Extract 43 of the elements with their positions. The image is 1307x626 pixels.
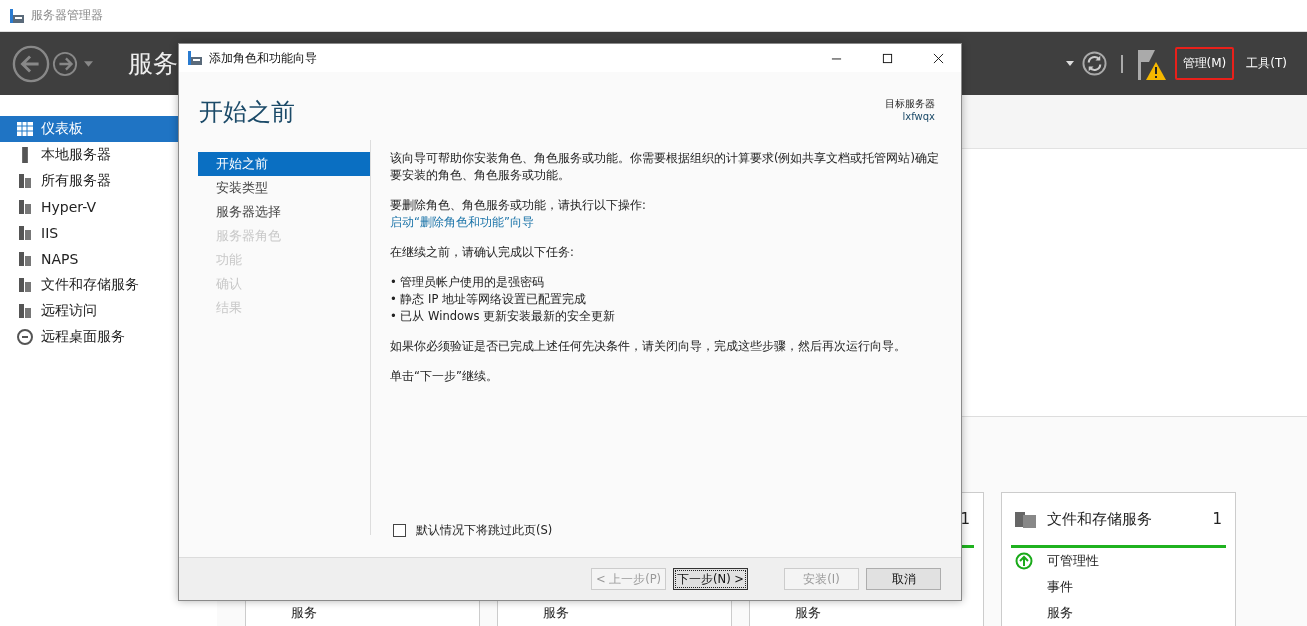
wizard-button[interactable]: 取消 bbox=[866, 568, 941, 590]
paragraph: 要删除角色、角色服务或功能，请执行以下操作: bbox=[390, 197, 646, 214]
caret-icon[interactable] bbox=[1065, 61, 1074, 66]
wizard-step[interactable]: 开始之前 bbox=[198, 152, 370, 176]
tile-count: 1 bbox=[1212, 510, 1222, 528]
refresh-icon[interactable] bbox=[1081, 51, 1107, 76]
sidebar-item[interactable]: NAPS bbox=[0, 246, 217, 272]
window-title: 服务器管理器 bbox=[31, 7, 103, 24]
tile-row[interactable]: 服务 bbox=[795, 604, 821, 622]
paragraph: 该向导可帮助你安装角色、角色服务或功能。你需要根据组织的计算要求(例如共享文档或托管网站)确定要安装的角色、角色服务或功能。 bbox=[390, 150, 940, 184]
server-manager-icon bbox=[9, 7, 25, 24]
tile-row[interactable]: 事件 bbox=[1047, 578, 1073, 596]
back-icon[interactable] bbox=[12, 44, 50, 83]
paragraph: 在继续之前，请确认完成以下任务: bbox=[390, 244, 575, 261]
page-title: 服务 bbox=[128, 48, 178, 80]
menu-button[interactable]: 工具(T) bbox=[1238, 47, 1295, 80]
folder-icon bbox=[1015, 509, 1037, 529]
sidebar-item[interactable]: 远程访问 bbox=[0, 298, 217, 324]
tile-row[interactable]: 服务 bbox=[291, 604, 317, 622]
checkbox[interactable] bbox=[393, 524, 406, 537]
paragraph: 如果你必须验证是否已完成上述任何先决条件，请关闭向导，完成这些步骤，然后再次运行向导。 bbox=[390, 338, 907, 355]
remove-roles-link[interactable]: 启动“删除角色和功能”向导 bbox=[390, 214, 534, 231]
sidebar-item[interactable]: 文件和存储服务 bbox=[0, 272, 217, 298]
checkbox-label[interactable]: 默认情况下将跳过此页(S) bbox=[416, 522, 553, 539]
dialog-title: 添加角色和功能向导 bbox=[209, 49, 318, 67]
target-value: lxfwqx bbox=[902, 110, 935, 123]
tile-row[interactable]: 可管理性 bbox=[1047, 552, 1099, 570]
target-label: 目标服务器 bbox=[885, 97, 935, 110]
wizard-icon bbox=[187, 50, 203, 66]
list-item: • 静态 IP 地址等网络设置已配置完成 bbox=[390, 291, 587, 308]
tile-row[interactable]: 服务 bbox=[1047, 604, 1073, 622]
paragraph: 单击“下一步”继续。 bbox=[390, 368, 499, 385]
wizard-button[interactable]: 下一步(N) > bbox=[673, 568, 748, 590]
tile-count: 1 bbox=[960, 510, 970, 528]
close-icon[interactable] bbox=[933, 52, 944, 64]
menu-button[interactable]: 管理(M) bbox=[1174, 47, 1235, 80]
tile-title: 文件和存储服务 bbox=[1047, 509, 1152, 529]
tile-row[interactable]: 服务 bbox=[543, 604, 569, 622]
list-item: • 管理员帐户使用的是强密码 bbox=[390, 274, 545, 291]
sidebar-item[interactable]: 远程桌面服务 bbox=[0, 324, 217, 350]
forward-icon[interactable] bbox=[52, 50, 78, 77]
maximize-icon[interactable] bbox=[882, 52, 893, 64]
list-item: • 已从 Windows 更新安装最新的安全更新 bbox=[390, 308, 616, 325]
